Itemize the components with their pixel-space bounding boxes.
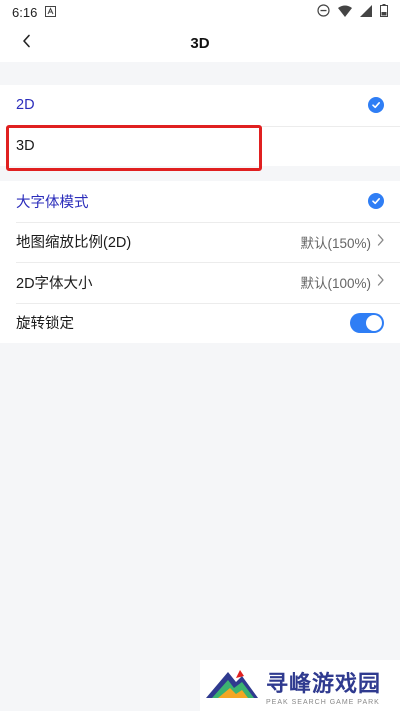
highlight-box bbox=[6, 125, 262, 171]
font-size-2d-value: 默认(100%) bbox=[300, 276, 371, 292]
back-button[interactable] bbox=[14, 30, 40, 56]
view-mode-option-2d[interactable]: 2D bbox=[0, 85, 400, 126]
settings-group: 大字体模式 地图缩放比例(2D) 默认(150%) 2D字体大小 默认(100%… bbox=[0, 181, 400, 343]
map-scale-label: 地图缩放比例(2D) bbox=[16, 235, 132, 252]
signal-icon bbox=[360, 4, 372, 20]
map-scale-row[interactable]: 地图缩放比例(2D) 默认(150%) bbox=[0, 221, 400, 263]
chevron-right-icon bbox=[377, 234, 384, 250]
rotation-lock-toggle[interactable] bbox=[350, 312, 384, 333]
chevron-left-icon bbox=[22, 34, 32, 53]
rotation-lock-row: 旋转锁定 bbox=[0, 302, 400, 344]
large-font-mode-row[interactable]: 大字体模式 bbox=[0, 181, 400, 222]
status-time: 6:16 bbox=[12, 4, 38, 20]
dnd-icon bbox=[317, 4, 330, 20]
rotation-lock-label: 旋转锁定 bbox=[16, 316, 74, 333]
map-scale-value: 默认(150%) bbox=[300, 235, 371, 251]
chevron-right-icon bbox=[377, 274, 384, 290]
battery-icon bbox=[380, 4, 388, 20]
toggle-knob bbox=[366, 314, 382, 331]
watermark-title: 寻峰游戏园 bbox=[266, 670, 382, 696]
page-title: 3D bbox=[190, 34, 210, 52]
large-font-mode-label: 大字体模式 bbox=[16, 194, 89, 211]
font-size-2d-label: 2D字体大小 bbox=[16, 275, 93, 292]
wifi-icon bbox=[338, 5, 352, 20]
font-size-2d-row[interactable]: 2D字体大小 默认(100%) bbox=[0, 262, 400, 303]
view-mode-label-2d: 2D bbox=[16, 97, 35, 114]
notification-a-icon bbox=[45, 5, 57, 20]
check-icon bbox=[368, 97, 384, 114]
watermark-text: 寻峰游戏园 PEAK SEARCH GAME PARK bbox=[266, 666, 381, 706]
check-icon bbox=[368, 193, 384, 210]
watermark-subtitle: PEAK SEARCH GAME PARK bbox=[266, 698, 380, 706]
watermark: 寻峰游戏园 PEAK SEARCH GAME PARK bbox=[200, 660, 400, 711]
app-bar: 3D bbox=[0, 24, 400, 62]
status-bar: 6:16 bbox=[0, 0, 400, 24]
mountain-logo-icon bbox=[206, 668, 258, 703]
